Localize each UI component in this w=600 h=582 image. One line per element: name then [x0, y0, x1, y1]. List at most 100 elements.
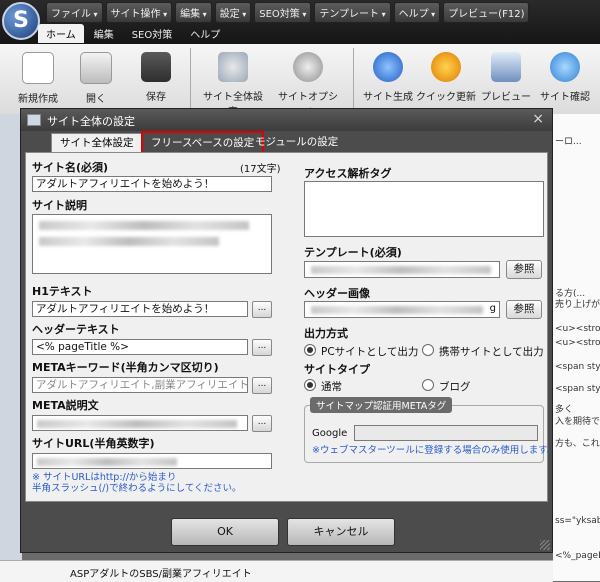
h1-browse-button[interactable]: ... — [252, 301, 272, 318]
save-button[interactable]: 保存 — [124, 52, 188, 103]
open-button[interactable]: 開く — [64, 52, 128, 105]
code-line: ーロ... — [555, 137, 582, 147]
cancel-button[interactable]: キャンセル — [287, 518, 395, 546]
tree-item[interactable]: ASPアダルトのSBS/副業アフィリエイト — [70, 565, 252, 580]
site-url-label: サイトURL(半角英数字) — [32, 437, 155, 450]
ribbon-tab-seo[interactable]: SEO対策 — [124, 24, 181, 43]
new-button[interactable]: 新規作成 — [6, 52, 70, 105]
header-image-input[interactable]: g — [304, 301, 500, 318]
site-generate-button[interactable]: サイト生成 — [356, 52, 420, 103]
ribbon-tab-edit[interactable]: 編集 — [86, 24, 122, 43]
monitor-icon — [491, 52, 521, 82]
site-type-blog-radio[interactable]: ブログ — [422, 379, 471, 394]
meta-keywords-label: METAキーワード(半角カンマ区切り) — [32, 361, 219, 374]
site-check-button[interactable]: サイト確認 — [533, 52, 597, 103]
header-text-input[interactable]: <% pageTitle %> — [32, 339, 248, 355]
lightning-icon — [431, 52, 461, 82]
tab-site-settings[interactable]: サイト全体設定 — [51, 133, 143, 153]
site-type-normal-radio[interactable]: 通常 — [304, 379, 342, 394]
blurred-text — [37, 420, 237, 428]
analytics-tag-textarea[interactable] — [304, 181, 544, 237]
menu-file[interactable]: ファイル — [46, 2, 103, 23]
radio-indicator — [422, 379, 434, 391]
tab-modules[interactable]: モジュールの設定 — [247, 133, 346, 151]
menu-preview[interactable]: プレビュー(F12) — [443, 2, 530, 23]
template-browse-button[interactable]: 参照 — [506, 260, 542, 279]
output-mobile-label: 携帯サイトとして出力 — [439, 346, 544, 358]
meta-keywords-input[interactable]: アダルトアフィリエイト,副業アフィリエイト,アダルトサイト — [32, 377, 248, 393]
site-name-input[interactable]: アダルトアフィリエイトを始めよう！ — [32, 176, 272, 192]
wrench-icon — [218, 52, 248, 82]
site-description-textarea[interactable] — [32, 214, 272, 274]
ribbon-tabs: ホーム 編集 SEO対策 ヘルプ — [38, 24, 228, 43]
code-line: 入を期待で — [555, 417, 600, 427]
blurred-text — [37, 458, 177, 466]
code-line: <span sty — [555, 362, 600, 372]
url-note-line-2: 半角スラッシュ(/)で終わるようにしてください。 — [32, 483, 242, 494]
header-text-browse-button[interactable]: ... — [252, 339, 272, 356]
ribbon-separator — [190, 48, 191, 110]
app-titlebar: S ファイル サイト操作 編集 設定 SEO対策 テンプレート ヘルプ プレビュ… — [0, 0, 600, 44]
code-line: <span sty — [555, 384, 600, 394]
menu-settings[interactable]: 設定 — [214, 2, 252, 23]
meta-description-label: META説明文 — [32, 399, 99, 412]
menu-edit[interactable]: 編集 — [175, 2, 212, 23]
site-type-normal-label: 通常 — [321, 381, 342, 393]
ribbon-tab-home[interactable]: ホーム — [38, 24, 84, 43]
app-logo[interactable]: S — [2, 2, 40, 40]
window-icon — [27, 114, 41, 126]
template-input[interactable] — [304, 261, 500, 278]
ribbon-tab-help[interactable]: ヘルプ — [182, 24, 228, 43]
globe-icon — [373, 52, 403, 82]
menu-template[interactable]: テンプレート — [314, 2, 391, 23]
code-line: 方も、これ — [555, 439, 600, 449]
header-image-browse-button[interactable]: 参照 — [506, 300, 542, 319]
radio-selected-indicator — [304, 379, 316, 391]
site-generate-label: サイト生成 — [363, 92, 413, 103]
output-mobile-radio[interactable]: 携帯サイトとして出力 — [422, 344, 544, 359]
output-mode-label: 出力方式 — [304, 327, 348, 340]
blurred-text — [311, 266, 491, 274]
site-name-count: (17文字) — [240, 164, 281, 175]
radio-selected-indicator — [304, 344, 316, 356]
new-label: 新規作成 — [18, 94, 58, 105]
menu-seo[interactable]: SEO対策 — [254, 2, 312, 23]
html-editor-pane[interactable]: ーロ... る方(... 売り上げが <u><stron <u><stron <… — [553, 114, 600, 581]
template-label: テンプレート(必須) — [304, 246, 402, 259]
dialog-titlebar[interactable]: サイト全体の設定 × — [21, 109, 552, 131]
h1-text-label: H1テキスト — [32, 285, 93, 298]
save-label: 保存 — [146, 92, 166, 103]
analytics-tag-label: アクセス解析タグ — [304, 167, 392, 180]
meta-keywords-browse-button[interactable]: ... — [252, 377, 272, 394]
ok-button[interactable]: OK — [171, 518, 279, 546]
radio-indicator — [422, 344, 434, 356]
blurred-text — [39, 221, 249, 230]
header-text-label: ヘッダーテキスト — [32, 323, 120, 336]
gear-icon — [293, 52, 323, 82]
site-settings-dialog: サイト全体の設定 × サイト全体設定 フリースペースの設定 モジュールの設定 サ… — [20, 108, 557, 553]
output-pc-label: PCサイトとして出力 — [321, 346, 419, 358]
close-icon[interactable]: × — [532, 111, 544, 127]
quick-update-label: クイック更新 — [416, 92, 476, 103]
code-line: 売り上げが — [555, 300, 600, 310]
menu-help[interactable]: ヘルプ — [393, 2, 441, 23]
output-pc-radio[interactable]: PCサイトとして出力 — [304, 344, 418, 359]
blurred-text — [39, 237, 219, 246]
meta-description-browse-button[interactable]: ... — [252, 415, 272, 432]
preview-button[interactable]: プレビュー — [474, 52, 538, 103]
ribbon: 新規作成 開く 保存 サイト全体設定 サイトオプション サイト生成 クイック更新… — [0, 44, 600, 118]
sitemap-note: ※ウェブマスターツールに登録する場合のみ使用します。 — [312, 445, 557, 456]
quick-update-button[interactable]: クイック更新 — [414, 52, 478, 103]
site-type-label: サイトタイプ — [304, 363, 370, 376]
url-note-line-1: ※ サイトURLはhttp://から始まり — [32, 472, 177, 483]
site-tree-panel — [0, 114, 22, 581]
resize-grip[interactable] — [540, 540, 550, 550]
h1-text-input[interactable]: アダルトアフィリエイトを始めよう！ — [32, 301, 248, 317]
google-meta-input[interactable] — [354, 425, 538, 441]
menu-site-operation[interactable]: サイト操作 — [105, 2, 173, 23]
header-image-label: ヘッダー画像 — [304, 287, 370, 300]
meta-description-input[interactable] — [32, 415, 248, 431]
site-url-input[interactable] — [32, 453, 272, 469]
site-type-blog-label: ブログ — [439, 381, 471, 393]
site-tree-bottom: ASPアダルトのSBS/副業アフィリエイト — [0, 560, 553, 582]
